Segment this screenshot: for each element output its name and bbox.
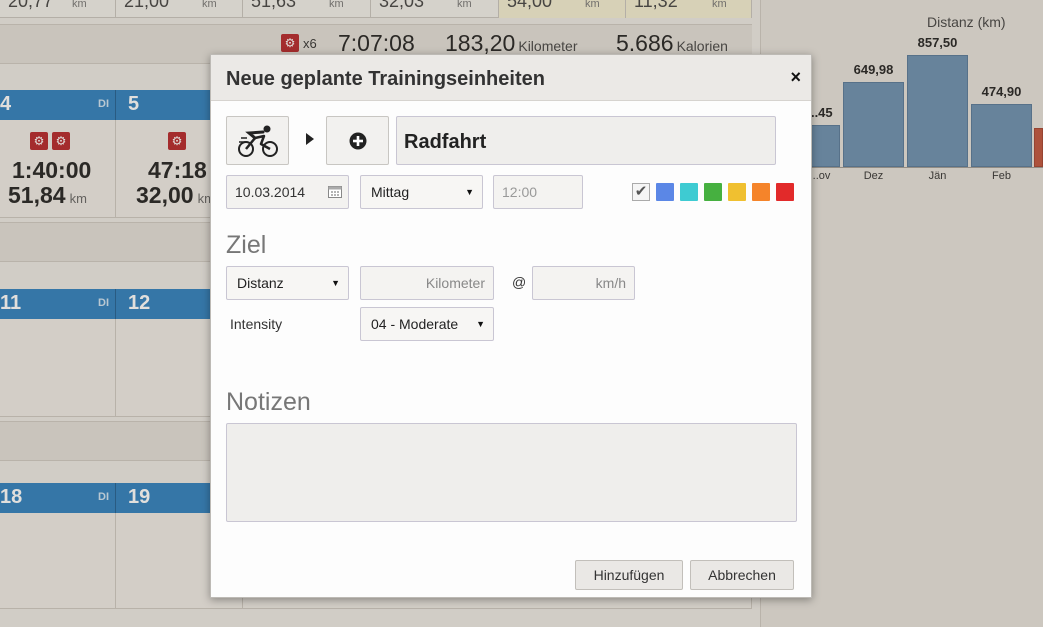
- date-field[interactable]: 10.03.2014: [226, 175, 349, 209]
- calendar-icon[interactable]: [328, 185, 342, 201]
- goal-type-select[interactable]: Distanz ▼: [226, 266, 349, 300]
- new-workout-dialog: Neue geplante Trainingseinheiten × Radfa…: [210, 54, 812, 598]
- time-of-day-select[interactable]: Mittag ▼: [360, 175, 483, 209]
- color-swatch-red[interactable]: [776, 183, 794, 201]
- at-label: @: [512, 274, 527, 290]
- speed-field[interactable]: km/h: [532, 266, 635, 300]
- goal-heading: Ziel: [226, 231, 267, 259]
- color-swatch-cyan[interactable]: [680, 183, 698, 201]
- dialog-header: Neue geplante Trainingseinheiten ×: [211, 55, 811, 101]
- caret-down-icon: ▼: [331, 278, 340, 288]
- add-button[interactable]: Hinzufügen: [575, 560, 683, 590]
- close-icon[interactable]: ×: [790, 67, 801, 88]
- add-activity-button[interactable]: [326, 116, 389, 165]
- color-swatch-blue[interactable]: [656, 183, 674, 201]
- notes-textarea[interactable]: [226, 423, 797, 522]
- time-field[interactable]: 12:00: [493, 175, 583, 209]
- caret-down-icon: ▼: [476, 319, 485, 329]
- cancel-button[interactable]: Abbrechen: [690, 560, 794, 590]
- color-swatch-orange[interactable]: [752, 183, 770, 201]
- caret-right-icon: [306, 132, 314, 150]
- plus-circle-icon: [349, 132, 366, 149]
- caret-down-icon: ▼: [465, 187, 474, 197]
- notes-heading: Notizen: [226, 388, 311, 416]
- color-checkbox[interactable]: ✔: [632, 183, 650, 201]
- activity-name-field[interactable]: Radfahrt: [396, 116, 776, 165]
- intensity-select[interactable]: 04 - Moderate ▼: [360, 307, 494, 341]
- intensity-label: Intensity: [230, 316, 283, 332]
- distance-field[interactable]: Kilometer: [360, 266, 494, 300]
- color-swatch-green[interactable]: [704, 183, 722, 201]
- cycling-icon: [237, 125, 278, 157]
- color-swatch-yellow[interactable]: [728, 183, 746, 201]
- activity-type-button[interactable]: [226, 116, 289, 165]
- dialog-title: Neue geplante Trainingseinheiten: [226, 68, 545, 90]
